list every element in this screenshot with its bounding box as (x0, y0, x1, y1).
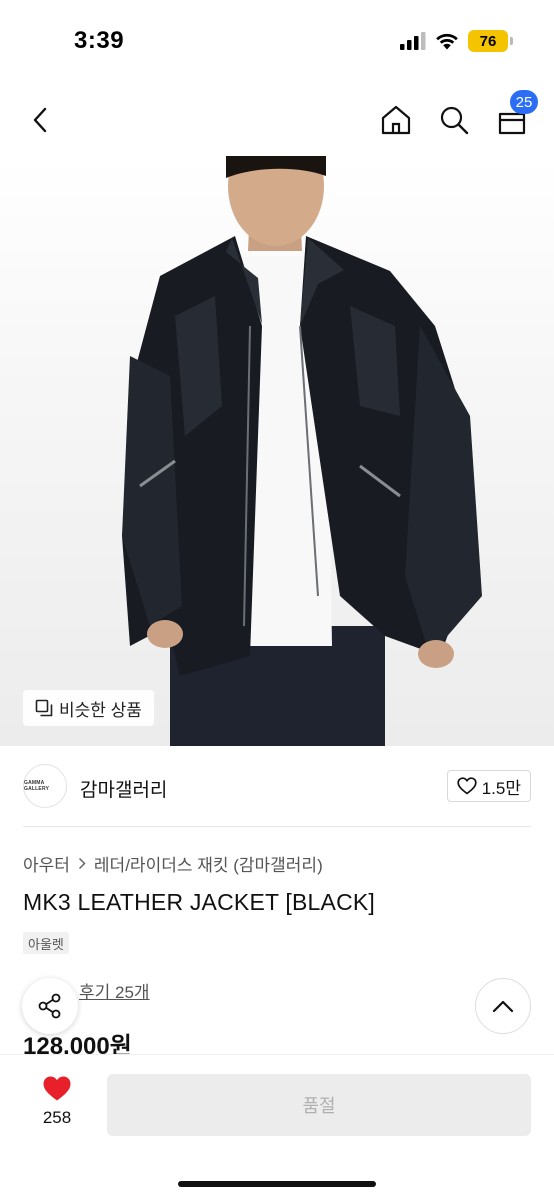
chevron-right-icon (78, 857, 86, 870)
share-icon (38, 993, 61, 1019)
bottom-action-bar: 258 품절 (0, 1054, 554, 1200)
copy-icon (35, 699, 53, 717)
divider (23, 826, 531, 827)
status-time: 3:39 (74, 27, 125, 54)
back-button[interactable] (22, 102, 58, 138)
product-image[interactable]: 비슷한 상품 (0, 156, 554, 746)
brand-logo: GAMMA GALLERY (23, 764, 67, 808)
similar-products-button[interactable]: 비슷한 상품 (23, 690, 154, 726)
search-button[interactable] (434, 100, 474, 140)
wishlist-button[interactable]: 258 (30, 1075, 84, 1128)
search-icon (440, 106, 469, 135)
status-icons: 76 (400, 30, 513, 52)
brand-name[interactable]: 감마갤러리 (80, 775, 167, 802)
top-nav: 25 (0, 90, 554, 150)
cart-count-badge: 25 (510, 90, 538, 114)
home-icon (381, 105, 411, 135)
share-button[interactable] (22, 978, 78, 1034)
cart-button[interactable]: 25 (492, 90, 538, 140)
breadcrumb-item-category[interactable]: 레더/라이더스 재킷 (감마갤러리) (94, 851, 323, 876)
nav-actions: 25 (376, 90, 538, 140)
brand-row[interactable]: GAMMA GALLERY 감마갤러리 1.5만 (0, 762, 554, 814)
chevron-left-icon (33, 107, 47, 133)
outlet-tag: 아울렛 (23, 932, 69, 954)
heart-outline-icon (457, 777, 477, 795)
jacket-photo (122, 156, 482, 746)
brand-like-count: 1.5만 (481, 778, 521, 798)
wifi-icon (436, 33, 458, 50)
brand-like-button[interactable]: 1.5만 (446, 770, 531, 802)
home-indicator (178, 1181, 376, 1187)
similar-products-label: 비슷한 상품 (59, 700, 142, 720)
scroll-top-button[interactable] (475, 978, 531, 1034)
product-title: MK3 LEATHER JACKET [BLACK] (23, 889, 376, 915)
home-button[interactable] (376, 100, 416, 140)
breadcrumb-item-outer[interactable]: 아우터 (23, 851, 70, 876)
signal-icon (400, 32, 426, 50)
status-bar: 3:39 76 (0, 0, 554, 80)
heart-filled-icon (43, 1076, 71, 1101)
chevron-up-icon (492, 1000, 514, 1013)
battery-indicator: 76 (468, 30, 513, 52)
wishlist-count: 258 (42, 1108, 72, 1127)
breadcrumb: 아우터 레더/라이더스 재킷 (감마갤러리) (23, 851, 323, 876)
sold-out-button: 품절 (107, 1074, 531, 1136)
review-link[interactable]: 후기 25개 (79, 978, 150, 1003)
